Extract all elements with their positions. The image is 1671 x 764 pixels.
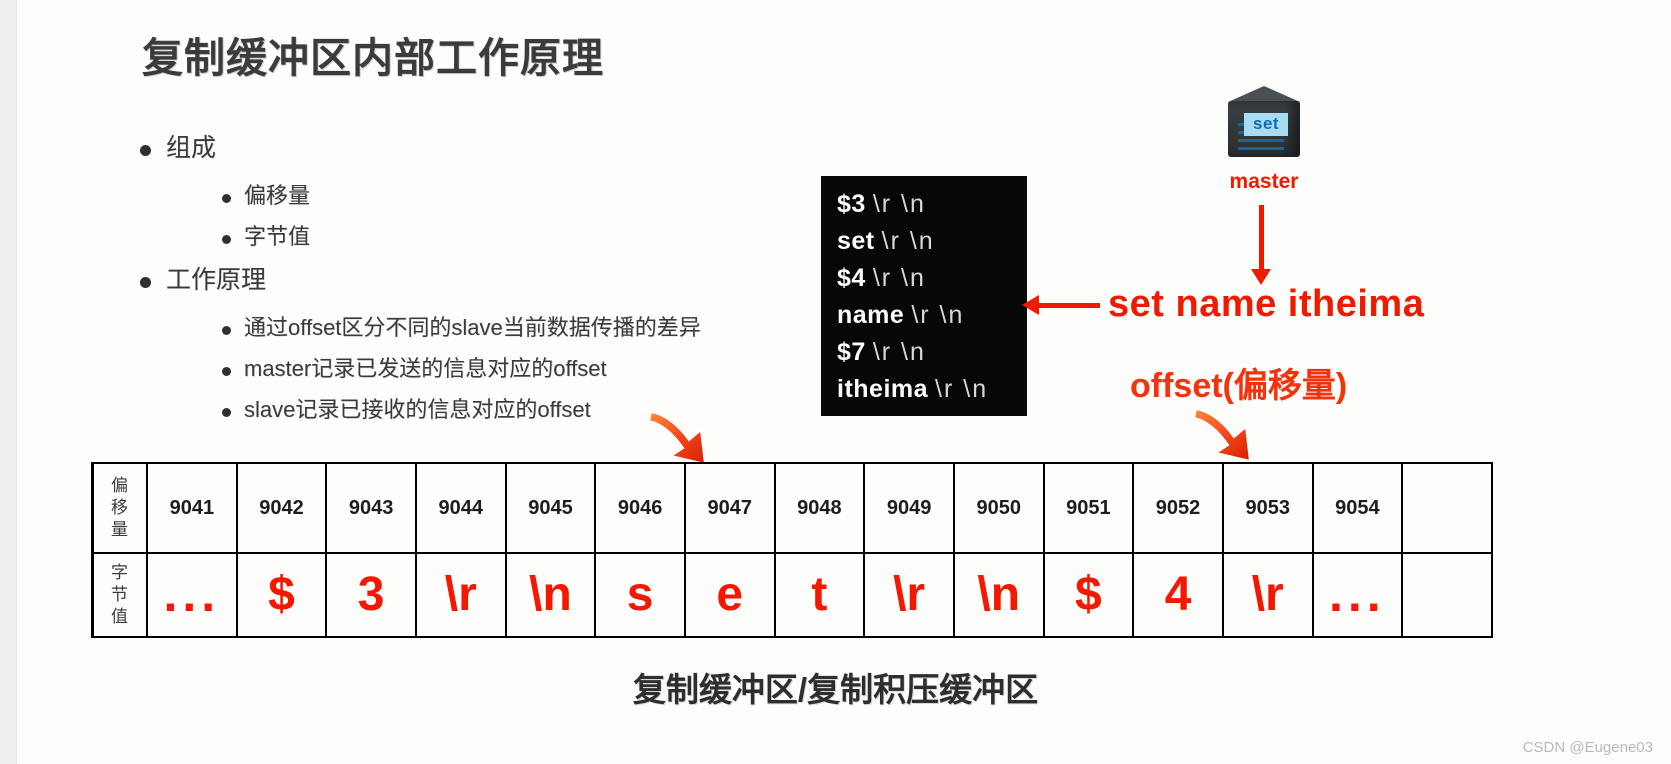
page-title: 复制缓冲区内部工作原理 bbox=[142, 35, 604, 81]
bullet-dot-icon bbox=[140, 145, 151, 156]
resp-token: $7 bbox=[837, 338, 866, 366]
row-header-offset-label: 偏移量 bbox=[111, 476, 129, 539]
resp-token: $3 bbox=[837, 190, 866, 218]
bullet-item-1: 偏移量 bbox=[222, 178, 840, 210]
resp-line: itheima \r \n bbox=[837, 371, 1027, 408]
table-row-offsets: 偏移量 9041 9042 9043 9044 9045 9046 9047 9… bbox=[91, 462, 1493, 554]
byte-cell: ... bbox=[146, 552, 238, 638]
bullet-dot-icon bbox=[222, 408, 231, 417]
byte-cell: \n bbox=[952, 552, 1045, 638]
resp-line: name \r \n bbox=[837, 297, 1027, 334]
offset-cell: 9051 bbox=[1042, 462, 1135, 554]
byte-cell: 4 bbox=[1132, 552, 1224, 638]
offset-cell bbox=[1401, 462, 1493, 554]
master-down-arrow-icon bbox=[1251, 205, 1271, 285]
resp-line: $4 \r \n bbox=[837, 260, 1027, 297]
bullet-item-2: 字节值 bbox=[222, 219, 840, 251]
bullet-dot-icon bbox=[222, 235, 231, 244]
resp-crlf: \r \n bbox=[872, 338, 926, 366]
byte-cell: \n bbox=[504, 552, 597, 638]
slide-canvas: 复制缓冲区内部工作原理 组成 偏移量 字节值 工作原理 通过offset区分不同… bbox=[0, 0, 1671, 764]
buffer-start-arrow-icon bbox=[645, 408, 715, 470]
byte-cell: $ bbox=[235, 552, 328, 638]
slide-left-edge bbox=[0, 0, 17, 764]
offset-cell: 9043 bbox=[325, 462, 417, 554]
resp-token: itheima bbox=[837, 375, 929, 403]
offset-cell: 9044 bbox=[414, 462, 507, 554]
byte-cell: \r bbox=[414, 552, 507, 638]
row-header-byte-label: 字节值 bbox=[111, 563, 129, 626]
bullet-item-3: 工作原理 bbox=[140, 260, 840, 296]
master-server-icon: set bbox=[1222, 86, 1306, 164]
resp-line: set \r \n bbox=[837, 223, 1027, 260]
resp-token: $4 bbox=[837, 264, 866, 292]
server-slot-icon bbox=[1238, 147, 1284, 150]
bullet-item-4: 通过offset区分不同的slave当前数据传播的差异 bbox=[222, 310, 840, 342]
byte-cell: \r bbox=[1221, 552, 1314, 638]
resp-line: $3 \r \n bbox=[837, 186, 1027, 223]
byte-cell: $ bbox=[1042, 552, 1135, 638]
resp-crlf: \r \n bbox=[881, 227, 935, 255]
resp-crlf: \r \n bbox=[872, 264, 926, 292]
byte-cell: \r bbox=[863, 552, 955, 638]
command-left-arrow-icon bbox=[1022, 295, 1100, 315]
figure-caption: 复制缓冲区/复制积压缓冲区 bbox=[632, 671, 1039, 708]
offset-cell: 9042 bbox=[235, 462, 328, 554]
resp-token: name bbox=[837, 301, 905, 329]
bullet-label: 组成 bbox=[166, 134, 217, 162]
offset-cell: 9050 bbox=[952, 462, 1045, 554]
bullet-list: 组成 偏移量 字节值 工作原理 通过offset区分不同的slave当前数据传播… bbox=[140, 128, 840, 433]
byte-cell: ... bbox=[1311, 552, 1404, 638]
offset-cell: 9048 bbox=[773, 462, 866, 554]
offset-cell: 9054 bbox=[1311, 462, 1404, 554]
byte-value: ... bbox=[163, 566, 221, 622]
bullet-label: slave记录已接收的信息对应的offset bbox=[244, 397, 591, 422]
offset-cell: 9052 bbox=[1132, 462, 1224, 554]
resp-crlf: \r \n bbox=[872, 190, 926, 218]
bullet-item-5: master记录已发送的信息对应的offset bbox=[222, 351, 840, 383]
offset-annotation: offset(偏移量) bbox=[1130, 367, 1348, 405]
server-top-face bbox=[1228, 86, 1300, 102]
bullet-label: 偏移量 bbox=[244, 183, 311, 208]
bullet-label: 通过offset区分不同的slave当前数据传播的差异 bbox=[244, 315, 701, 340]
replication-buffer-table: 偏移量 9041 9042 9043 9044 9045 9046 9047 9… bbox=[91, 462, 1493, 638]
bullet-label: 字节值 bbox=[244, 224, 311, 249]
row-header-offset: 偏移量 bbox=[91, 462, 148, 554]
bullet-dot-icon bbox=[222, 194, 231, 203]
bullet-label: master记录已发送的信息对应的offset bbox=[244, 356, 607, 381]
offset-pointer-arrow-icon bbox=[1190, 405, 1260, 467]
watermark: CSDN @Eugene03 bbox=[1522, 739, 1653, 756]
bullet-label: 工作原理 bbox=[166, 266, 267, 294]
byte-cell bbox=[1401, 552, 1493, 638]
master-label: master bbox=[1229, 170, 1299, 193]
byte-cell: e bbox=[683, 552, 776, 638]
server-slot-icon bbox=[1238, 139, 1284, 142]
bullet-dot-icon bbox=[140, 277, 151, 288]
command-annotation: set name itheima bbox=[1108, 283, 1425, 325]
bullet-item-6: slave记录已接收的信息对应的offset bbox=[222, 392, 840, 424]
resp-line: $7 \r \n bbox=[837, 334, 1027, 371]
byte-cell: t bbox=[773, 552, 866, 638]
buffer-grid: 偏移量 9041 9042 9043 9044 9045 9046 9047 9… bbox=[91, 462, 1493, 638]
offset-cell: 9045 bbox=[504, 462, 597, 554]
byte-cell: s bbox=[594, 552, 686, 638]
bullet-item-0: 组成 bbox=[140, 128, 840, 164]
table-row-bytes: 字节值 ... $ 3 \r \n s e t \r \n $ 4 \r ... bbox=[91, 552, 1493, 638]
offset-cell: 9053 bbox=[1221, 462, 1314, 554]
resp-token: set bbox=[837, 227, 875, 255]
byte-value: ... bbox=[1329, 566, 1386, 622]
server-set-badge: set bbox=[1244, 113, 1289, 136]
offset-cell: 9047 bbox=[683, 462, 776, 554]
bullet-dot-icon bbox=[222, 367, 231, 376]
offset-cell: 9049 bbox=[863, 462, 955, 554]
row-header-byte: 字节值 bbox=[91, 552, 148, 638]
resp-crlf: \r \n bbox=[935, 375, 989, 403]
resp-protocol-box: $3 \r \n set \r \n $4 \r \n name \r \n $7 \r … bbox=[821, 176, 1027, 416]
resp-crlf: \r \n bbox=[911, 301, 965, 329]
offset-cell: 9046 bbox=[594, 462, 686, 554]
byte-cell: 3 bbox=[325, 552, 417, 638]
offset-cell: 9041 bbox=[146, 462, 238, 554]
bullet-dot-icon bbox=[222, 326, 231, 335]
